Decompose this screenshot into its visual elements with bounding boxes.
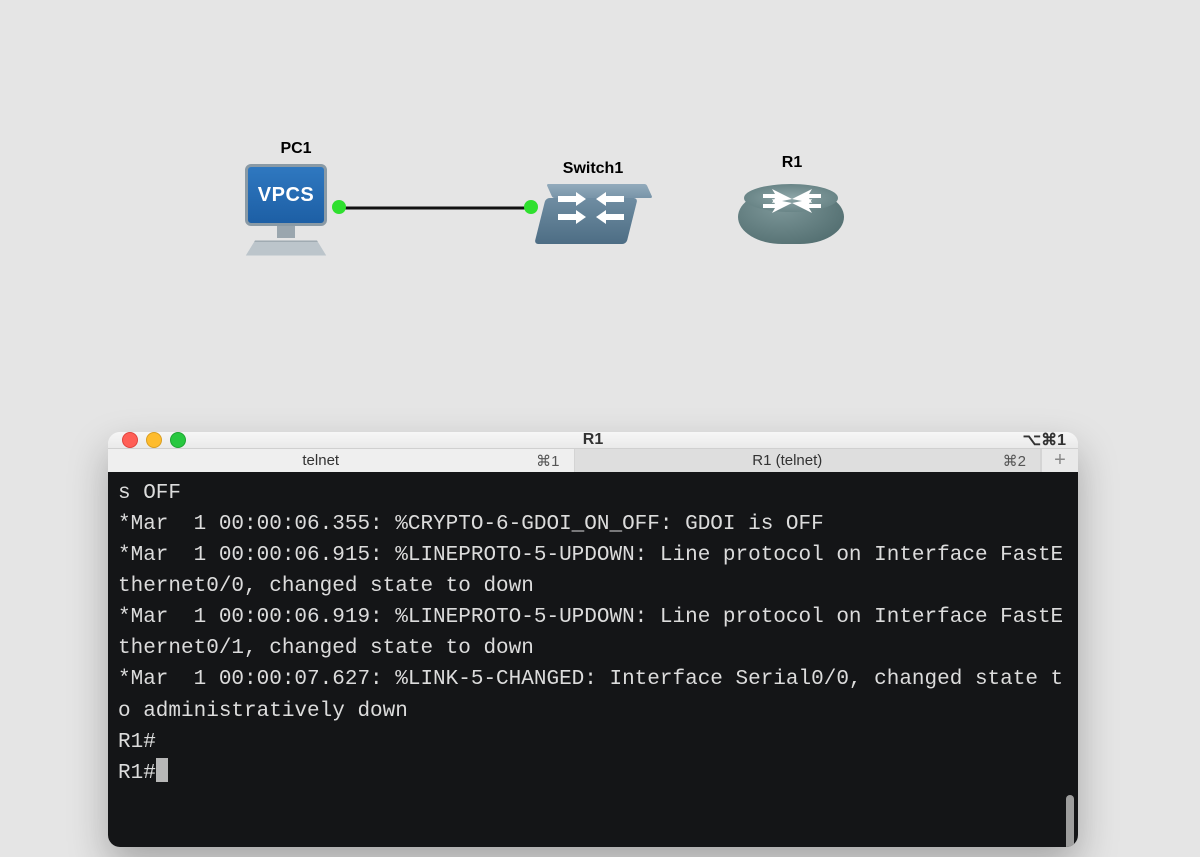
node-pc1[interactable]: VPCS [236, 164, 336, 256]
link-endpoint-pc1[interactable] [332, 200, 346, 214]
window-titlebar[interactable]: R1 ⌥⌘1 [108, 432, 1078, 448]
scrollbar-thumb[interactable] [1066, 795, 1074, 847]
node-switch1[interactable] [534, 198, 637, 244]
window-title: R1 [108, 432, 1078, 449]
link-pc1-sw1[interactable] [338, 206, 538, 210]
switch-arrows-icon [540, 198, 632, 244]
close-icon[interactable] [122, 432, 138, 448]
tab-telnet[interactable]: telnet ⌘1 [108, 449, 575, 472]
tab-label: R1 (telnet) [752, 452, 862, 469]
terminal-text: s OFF *Mar 1 00:00:06.355: %CRYPTO-6-GDO… [118, 482, 1063, 785]
terminal-cursor [156, 758, 168, 782]
minimize-icon[interactable] [146, 432, 162, 448]
tab-r1-telnet[interactable]: R1 (telnet) ⌘2 [575, 449, 1042, 472]
node-label-sw1: Switch1 [548, 160, 638, 178]
router-arrows-icon [752, 182, 832, 216]
zoom-icon[interactable] [170, 432, 186, 448]
node-label-pc1: PC1 [266, 140, 326, 158]
link-endpoint-sw1[interactable] [524, 200, 538, 214]
pc-screen-text: VPCS [258, 184, 314, 207]
node-label-r1: R1 [772, 154, 812, 172]
window-shortcut: ⌥⌘1 [1023, 432, 1066, 450]
terminal-window: R1 ⌥⌘1 telnet ⌘1 R1 (telnet) ⌘2 + s OFF … [108, 432, 1078, 847]
terminal-output[interactable]: s OFF *Mar 1 00:00:06.355: %CRYPTO-6-GDO… [108, 472, 1078, 847]
node-r1[interactable] [738, 184, 844, 248]
tab-shortcut: ⌘2 [1003, 452, 1026, 470]
window-traffic-lights [108, 432, 186, 448]
pc-base [246, 240, 326, 255]
tab-label: telnet [302, 452, 379, 469]
topology-canvas[interactable]: PC1 VPCS Switch1 R1 [0, 0, 1200, 440]
add-tab-button[interactable]: + [1041, 449, 1078, 472]
tab-shortcut: ⌘1 [536, 452, 559, 470]
pc-monitor-icon: VPCS [245, 164, 327, 226]
pc-stand [277, 226, 295, 238]
tab-bar: telnet ⌘1 R1 (telnet) ⌘2 + [108, 448, 1078, 472]
